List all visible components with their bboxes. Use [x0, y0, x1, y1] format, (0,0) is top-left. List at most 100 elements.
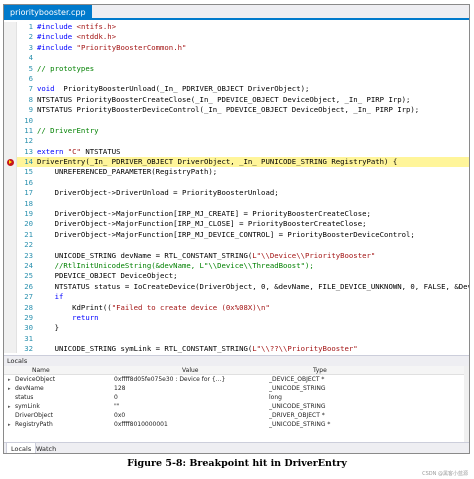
code-line[interactable]: 20 DriverObject->MajorFunction[IRP_MJ_CL… [17, 219, 469, 229]
locals-value[interactable]: 0xffff8010000001 [114, 420, 264, 429]
line-number: 25 [24, 271, 33, 281]
code-text: #include <ntifs.h> [37, 22, 116, 32]
code-line[interactable]: 31 [17, 334, 469, 344]
code-line[interactable]: 25 PDEVICE_OBJECT DeviceObject; [17, 271, 469, 281]
code-keyword: #include [37, 42, 77, 52]
code-line[interactable]: 2 #include <ntddk.h> [17, 32, 469, 42]
locals-scrollbar[interactable] [464, 366, 469, 442]
locals-row[interactable]: devName 128 _UNICODE_STRING [4, 384, 469, 393]
code-line[interactable]: 10 [17, 116, 469, 126]
breakpoint-icon[interactable] [7, 158, 14, 166]
locals-value[interactable]: "" [114, 402, 264, 411]
line-number: 15 [24, 167, 33, 177]
code-comment: // DriverEntry [37, 125, 99, 135]
code-token: DriverObject->MajorFunction[IRP_MJ_CLOSE… [37, 219, 367, 229]
code-line[interactable]: 16 [17, 178, 469, 188]
locals-row[interactable]: symLink "" _UNICODE_STRING [4, 402, 469, 411]
code-line[interactable]: 4 [17, 53, 469, 63]
line-number: 22 [24, 240, 33, 250]
column-header-type[interactable]: Type [313, 366, 469, 375]
code-line[interactable]: 26 NTSTATUS status = IoCreateDevice(Driv… [17, 282, 469, 292]
code-line[interactable]: 6 [17, 74, 469, 84]
code-line[interactable]: 29 return [17, 313, 469, 323]
code-keyword: void [37, 84, 55, 94]
locals-value[interactable]: 0xffff8d05fe075e30 : Device for {...} [114, 375, 264, 384]
code-line[interactable]: 23 UNICODE_STRING devName = RTL_CONSTANT… [17, 251, 469, 261]
column-header-name[interactable]: Name [32, 366, 132, 375]
breakpoint-margin[interactable] [4, 22, 17, 353]
column-header-value[interactable]: Value [182, 366, 332, 375]
code-token: UNREFERENCED_PARAMETER(RegistryPath); [37, 167, 218, 177]
code-line[interactable]: 12 [17, 136, 469, 146]
locals-row[interactable]: DriverObject 0x0 _DRIVER_OBJECT * [4, 411, 469, 420]
locals-row[interactable]: status 0 long [4, 393, 469, 402]
code-text: UNREFERENCED_PARAMETER(RegistryPath); [37, 167, 218, 177]
code-line[interactable]: 9 NTSTATUS PriorityBoosterDeviceControl(_… [17, 105, 469, 115]
code-token: PriorityBoosterUnload(_In_ PDRIVER_OBJEC… [54, 84, 310, 94]
code-line[interactable]: 24 //RtlInitUnicodeString(&devName, L"\\… [17, 261, 469, 271]
code-line[interactable]: 5 // prototypes [17, 64, 469, 74]
locals-type: long [269, 394, 282, 401]
code-text: DriverObject->DriverUnload = PriorityBoo… [37, 188, 279, 198]
code-token: DriverObject->MajorFunction[IRP_MJ_CREAT… [37, 209, 371, 219]
code-line[interactable]: 13 extern "C" NTSTATUS [17, 147, 469, 157]
code-line[interactable]: 7 void PriorityBoosterUnload(_In_ PDRIVER… [17, 84, 469, 94]
code-text: NTSTATUS PriorityBoosterDeviceControl(_I… [37, 105, 419, 115]
code-line[interactable]: 17 DriverObject->DriverUnload = Priority… [17, 188, 469, 198]
expand-arrow-icon[interactable] [8, 405, 13, 410]
code-line[interactable]: 19 DriverObject->MajorFunction[IRP_MJ_CR… [17, 209, 469, 219]
code-line[interactable]: 18 [17, 199, 469, 209]
code-editor[interactable]: 1 #include <ntifs.h> 2 #include <ntddk.h> 3 #… [4, 22, 469, 353]
locals-type: _UNICODE_STRING [269, 385, 326, 392]
code-text: DriverObject->MajorFunction[IRP_MJ_DEVIC… [37, 230, 415, 240]
code-string: "PriorityBoosterCommon.h" [76, 42, 187, 52]
code-line[interactable]: 32 UNICODE_STRING symLink = RTL_CONSTANT… [17, 344, 469, 353]
code-line[interactable]: 11 // DriverEntry [17, 126, 469, 136]
code-text: // prototypes [37, 64, 94, 74]
line-number: 28 [24, 302, 33, 312]
code-line-current[interactable]: 14 DriverEntry(_In_ PDRIVER_OBJECT Driver… [7, 157, 469, 168]
locals-name-cell: DeviceObject [8, 375, 108, 384]
locals-name: devName [15, 385, 44, 392]
code-line[interactable]: 27 if [17, 292, 469, 302]
code-token: NTSTATUS PriorityBoosterCreateClose(_In_… [37, 94, 411, 104]
locals-name: status [15, 394, 34, 401]
line-number: 14 [24, 157, 33, 167]
tab-watch[interactable]: Watch [32, 443, 60, 453]
code-keyword: #include [37, 32, 77, 42]
line-number: 2 [28, 32, 33, 42]
code-line[interactable]: 28 KdPrint(("Failed to create device (0x… [17, 303, 469, 313]
code-line[interactable]: 30 } [17, 323, 469, 333]
tab-prioritybooster-cpp[interactable]: prioritybooster.cpp [4, 5, 92, 20]
line-number: 5 [28, 63, 33, 73]
line-number: 3 [28, 42, 33, 52]
locals-name-cell: devName [8, 384, 108, 393]
locals-row[interactable]: DeviceObject 0xffff8d05fe075e30 : Device … [4, 375, 469, 384]
locals-type: _DEVICE_OBJECT * [269, 376, 325, 383]
code-line[interactable]: 15 UNREFERENCED_PARAMETER(RegistryPath); [17, 167, 469, 177]
code-text: DriverObject->MajorFunction[IRP_MJ_CLOSE… [37, 219, 367, 229]
code-line[interactable]: 22 [17, 240, 469, 250]
code-line[interactable]: 1 #include <ntifs.h> [17, 22, 469, 32]
no-expand-spacer [8, 412, 13, 417]
locals-value[interactable]: 0x0 [114, 411, 264, 420]
code-line[interactable]: 21 DriverObject->MajorFunction[IRP_MJ_DE… [17, 230, 469, 240]
expand-arrow-icon[interactable] [8, 378, 13, 383]
expand-arrow-icon[interactable] [8, 387, 13, 392]
locals-row[interactable]: RegistryPath 0xffff8010000001 _UNICODE_STR… [4, 420, 469, 429]
line-number: 31 [24, 333, 33, 343]
code-string: L"\\Device\\PriorityBooster" [252, 250, 376, 260]
code-keyword: #include [37, 22, 77, 31]
expand-arrow-icon[interactable] [8, 423, 13, 428]
code-text: DriverObject->MajorFunction[IRP_MJ_CREAT… [37, 209, 371, 219]
document-tab-strip: prioritybooster.cpp [4, 5, 469, 20]
line-number: 30 [24, 323, 33, 333]
code-text: extern "C" NTSTATUS [37, 147, 121, 157]
locals-value[interactable]: 128 [114, 384, 264, 393]
code-line[interactable]: 8 NTSTATUS PriorityBoosterCreateClose(_In… [17, 95, 469, 105]
code-string: "C" [67, 146, 81, 156]
locals-value[interactable]: 0 [114, 393, 264, 402]
code-line[interactable]: 3 #include "PriorityBoosterCommon.h" [17, 43, 469, 53]
figure-caption: Figure 5-8: Breakpoint hit in DriverEntr… [127, 458, 347, 469]
